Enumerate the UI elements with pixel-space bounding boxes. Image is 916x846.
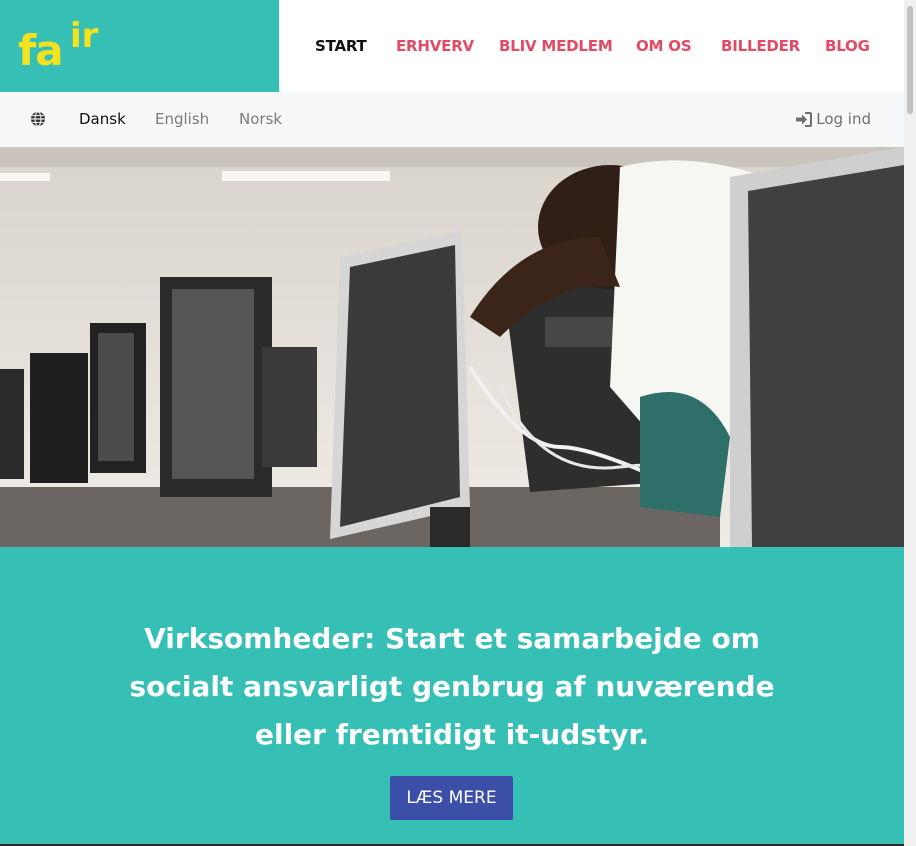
- cta-section: Virksomheder: Start et samarbejde om soc…: [0, 547, 904, 844]
- nav-item-blog[interactable]: BLOG: [825, 37, 870, 55]
- nav-item-start[interactable]: START: [315, 37, 367, 55]
- scrollbar-thumb[interactable]: [907, 6, 913, 114]
- hero-image: [0, 147, 904, 547]
- logo-panel: fa ir: [0, 0, 279, 92]
- computer-lab-photo: [0, 147, 904, 547]
- main-nav: START ERHVERV BLIV MEDLEM OM OS BILLEDER…: [279, 0, 904, 92]
- fair-logo[interactable]: fa ir: [18, 16, 118, 76]
- nav-item-om-os[interactable]: OM OS: [636, 37, 692, 55]
- read-more-button[interactable]: LÆS MERE: [390, 776, 513, 820]
- nav-item-billeder[interactable]: BILLEDER: [721, 37, 800, 55]
- globe-icon: [31, 111, 45, 127]
- vertical-scrollbar[interactable]: [904, 0, 916, 846]
- language-bar: Dansk English Norsk Log ind: [0, 92, 904, 147]
- cta-heading: Virksomheder: Start et samarbejde om soc…: [129, 622, 775, 751]
- language-norsk[interactable]: Norsk: [239, 110, 282, 128]
- nav-item-erhverv[interactable]: ERHVERV: [396, 37, 474, 55]
- language-dansk[interactable]: Dansk: [79, 110, 126, 128]
- sign-in-icon: [796, 111, 813, 127]
- site-header: fa ir START ERHVERV BLIV MEDLEM OM OS BI…: [0, 0, 904, 92]
- nav-item-bliv-medlem[interactable]: BLIV MEDLEM: [499, 37, 613, 55]
- login-label: Log ind: [816, 110, 871, 128]
- logo-text-fa: fa: [18, 26, 64, 75]
- login-link[interactable]: Log ind: [795, 110, 871, 128]
- language-english[interactable]: English: [155, 110, 209, 128]
- logo-text-ir: ir: [70, 16, 99, 56]
